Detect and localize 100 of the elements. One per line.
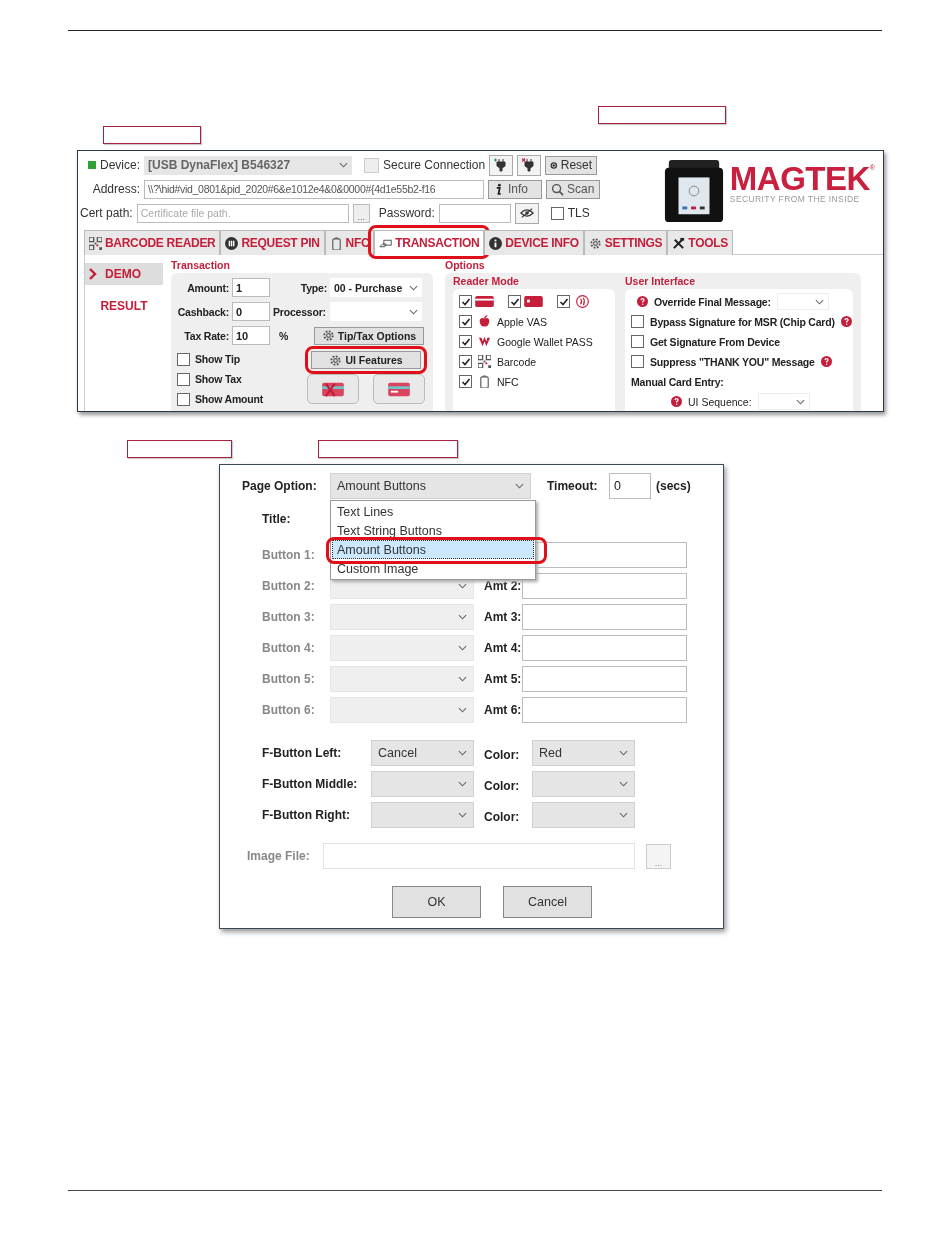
settings-icon xyxy=(321,329,335,342)
type-dropdown[interactable]: 00 - Purchase xyxy=(330,278,422,297)
amount-label: Amount: xyxy=(186,281,229,294)
checkbox[interactable] xyxy=(459,355,472,368)
caret-icon xyxy=(458,706,467,713)
check-icon xyxy=(460,296,471,307)
color-dropdown[interactable] xyxy=(532,770,635,797)
checkbox[interactable] xyxy=(459,375,472,388)
tab[interactable]: TRANSACTION xyxy=(374,230,485,255)
tab[interactable]: TOOLS xyxy=(667,230,733,255)
side-nav-item[interactable]: DEMO xyxy=(85,263,163,285)
device-dropdown[interactable]: [USB DynaFlex] B546327 xyxy=(144,155,352,175)
tab[interactable]: DEVICE INFO xyxy=(484,230,584,255)
reader-mode-label: NFC xyxy=(497,375,519,388)
caret-icon xyxy=(339,162,348,168)
f-button-label: F-Button Middle: xyxy=(261,776,359,791)
caret-icon xyxy=(619,780,628,787)
contactless-icon xyxy=(573,295,592,308)
button-label: Button 1: xyxy=(261,547,316,562)
amount-field[interactable] xyxy=(522,696,687,723)
caret-icon xyxy=(458,582,467,589)
page-option-dropdown[interactable]: Amount Buttons xyxy=(330,473,531,499)
cert-path-field[interactable]: Certificate file path. xyxy=(136,203,349,223)
reset-button[interactable]: Reset xyxy=(545,155,598,175)
help-icon[interactable] xyxy=(820,356,832,367)
button-label: Button 5: xyxy=(261,671,316,686)
tab[interactable]: SETTINGS xyxy=(583,230,668,255)
card-button[interactable] xyxy=(373,374,425,404)
checkbox[interactable] xyxy=(557,295,570,308)
brand-tagline: SECURITY FROM THE INSIDE xyxy=(729,194,861,204)
info-button[interactable]: Info xyxy=(488,179,542,199)
disconnect-button[interactable] xyxy=(517,154,542,176)
checkbox[interactable] xyxy=(459,335,472,348)
checkbox[interactable] xyxy=(631,315,644,328)
cashback-field[interactable]: 0 xyxy=(232,302,270,321)
tab[interactable]: REQUEST PIN xyxy=(220,230,325,255)
connect-button[interactable] xyxy=(489,154,514,176)
amount-field[interactable] xyxy=(522,603,687,630)
dropdown-option[interactable]: Text Lines xyxy=(332,502,534,521)
cashback-label: Cashback: xyxy=(177,305,229,318)
ui-features-button[interactable]: UI Features xyxy=(311,351,421,369)
amount-field[interactable] xyxy=(522,665,687,692)
keypad-icon xyxy=(225,236,239,250)
checkbox[interactable] xyxy=(631,335,644,348)
section-title: Transaction xyxy=(171,259,231,273)
plug-icon xyxy=(522,158,537,172)
password-field[interactable] xyxy=(438,203,511,223)
caret-icon xyxy=(515,483,524,489)
browse-button[interactable]: ... xyxy=(352,203,370,223)
checkbox[interactable] xyxy=(459,315,472,328)
dropdown-option[interactable]: Amount Buttons xyxy=(332,540,534,559)
checkbox[interactable] xyxy=(177,392,190,406)
group-title: User Interface xyxy=(625,275,697,289)
tab[interactable]: BARCODE READER xyxy=(84,230,221,255)
checkbox[interactable] xyxy=(177,372,190,386)
eye-icon[interactable] xyxy=(514,202,539,224)
help-icon[interactable] xyxy=(671,396,682,407)
settings-icon xyxy=(588,236,602,250)
brand-logo: MAGTEK xyxy=(729,164,870,194)
phone-icon xyxy=(329,236,343,250)
amount-label: Amt 2: xyxy=(483,578,522,593)
tax-rate-field[interactable]: 10 xyxy=(232,326,270,345)
tax-rate-label: Tax Rate: xyxy=(183,329,229,342)
image-file-field[interactable] xyxy=(323,843,635,869)
password-label: Password: xyxy=(378,206,435,220)
timeout-label: Timeout: xyxy=(547,479,599,493)
caret-icon xyxy=(458,613,467,620)
checkbox[interactable] xyxy=(631,355,644,368)
checkbox[interactable] xyxy=(508,295,521,308)
checkbox-label: Bypass Signature for MSR (Chip Card) xyxy=(650,315,835,328)
caret-icon xyxy=(619,749,628,756)
checkbox-label: Show Tax xyxy=(195,373,242,385)
scan-button[interactable]: Scan xyxy=(546,179,600,199)
card-cancel-icon xyxy=(320,380,346,398)
amount-label: Amt 3: xyxy=(483,609,522,624)
side-nav-item[interactable]: RESULT xyxy=(85,295,163,317)
dialog-button[interactable]: Cancel xyxy=(503,886,592,918)
checkbox[interactable] xyxy=(459,295,472,308)
dropdown-option[interactable]: Text String Buttons xyxy=(332,521,534,540)
help-icon[interactable] xyxy=(637,296,648,307)
card-button[interactable] xyxy=(307,374,359,404)
f-button-dropdown[interactable]: Cancel xyxy=(371,739,474,766)
amount-field[interactable] xyxy=(522,572,687,599)
color-dropdown[interactable]: Red xyxy=(532,739,635,766)
checkbox[interactable] xyxy=(550,206,564,220)
amount-field[interactable] xyxy=(522,634,687,661)
caret-icon xyxy=(458,644,467,651)
dialog-button[interactable]: OK xyxy=(392,886,481,918)
timeout-field[interactable]: 0 xyxy=(609,473,651,499)
amount-field[interactable]: 1 xyxy=(232,278,270,297)
address-field[interactable]: \\?\hid#vid_0801&pid_2020#6&e1012e4&0&0000#{4d1e55b2-f16 xyxy=(144,179,484,199)
seconds-label: (secs) xyxy=(656,479,691,493)
button-label: Button 3: xyxy=(261,609,316,624)
help-icon[interactable] xyxy=(840,316,852,327)
tip-tax-options-button[interactable]: Tip/Tax Options xyxy=(314,326,424,345)
phone-icon xyxy=(478,375,491,388)
qr-code-icon xyxy=(89,236,102,250)
checkbox[interactable] xyxy=(177,352,190,366)
amount-label: Amt 4: xyxy=(483,640,522,655)
color-dropdown[interactable] xyxy=(532,801,635,828)
